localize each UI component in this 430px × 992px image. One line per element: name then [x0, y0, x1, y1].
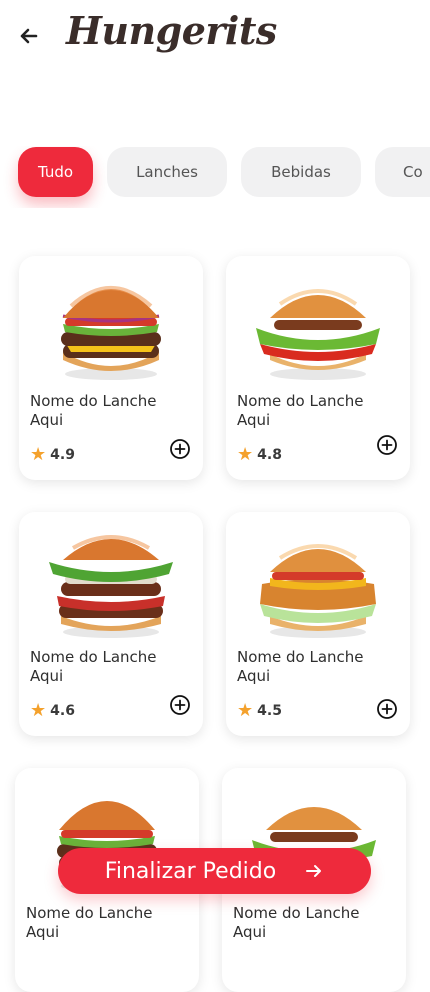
rating-value: 4.5 [257, 703, 282, 719]
burger-image [61, 286, 161, 380]
product-rating: ★ 4.8 [237, 446, 282, 464]
arrow-right-icon [306, 865, 322, 877]
product-name: Nome do Lanche Aqui [26, 904, 153, 941]
product-card[interactable]: Nome do Lanche Aqui ★ 4.6 [19, 512, 203, 736]
add-circle-icon[interactable] [169, 438, 191, 460]
star-icon: ★ [237, 700, 254, 721]
product-rating: ★ 4.9 [30, 446, 75, 464]
product-name: Nome do Lanche Aqui [233, 904, 360, 941]
product-card[interactable]: Nome do Lanche Aqui ★ 4.5 [226, 512, 410, 736]
product-grid: Nome do Lanche Aqui ★ 4.9 Nome do Lanche… [0, 0, 430, 992]
add-circle-icon[interactable] [376, 698, 398, 720]
product-rating: ★ 4.5 [237, 702, 282, 720]
finalize-order-button[interactable]: Finalizar Pedido [58, 848, 371, 894]
product-rating: ★ 4.6 [30, 702, 75, 720]
add-circle-icon[interactable] [169, 694, 191, 716]
burger-image [260, 544, 376, 638]
product-name: Nome do Lanche Aqui [30, 392, 157, 429]
burger-image [256, 289, 380, 380]
rating-value: 4.8 [257, 447, 282, 463]
product-card[interactable]: Nome do Lanche Aqui ★ 4.8 [226, 256, 410, 480]
burger-image [49, 535, 173, 638]
product-name: Nome do Lanche Aqui [30, 648, 157, 685]
finalize-order-label: Finalizar Pedido [104, 858, 277, 884]
star-icon: ★ [30, 700, 47, 721]
star-icon: ★ [30, 444, 47, 465]
star-icon: ★ [237, 444, 254, 465]
product-card[interactable]: Nome do Lanche Aqui ★ 4.9 [19, 256, 203, 480]
rating-value: 4.9 [50, 447, 75, 463]
product-name: Nome do Lanche Aqui [237, 392, 364, 429]
rating-value: 4.6 [50, 703, 75, 719]
add-circle-icon[interactable] [376, 434, 398, 456]
product-name: Nome do Lanche Aqui [237, 648, 364, 685]
